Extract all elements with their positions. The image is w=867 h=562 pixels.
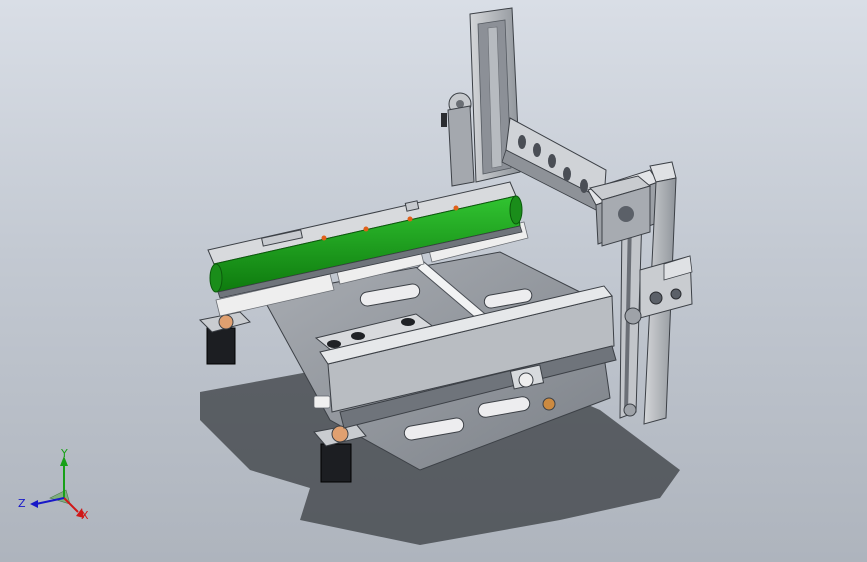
assembly-model[interactable] <box>0 0 867 562</box>
motor-left-front[interactable] <box>198 311 251 365</box>
triad-axes <box>30 456 84 518</box>
z-axis-label: Z <box>18 497 26 510</box>
x-axis-line <box>63 497 79 513</box>
y-axis-label: Y <box>61 447 68 460</box>
cad-viewport[interactable]: Y X Z <box>0 0 867 562</box>
x-axis-label: X <box>81 509 89 522</box>
coordinate-triad: Y X Z <box>14 446 104 526</box>
z-axis-arrow-icon <box>30 500 38 508</box>
